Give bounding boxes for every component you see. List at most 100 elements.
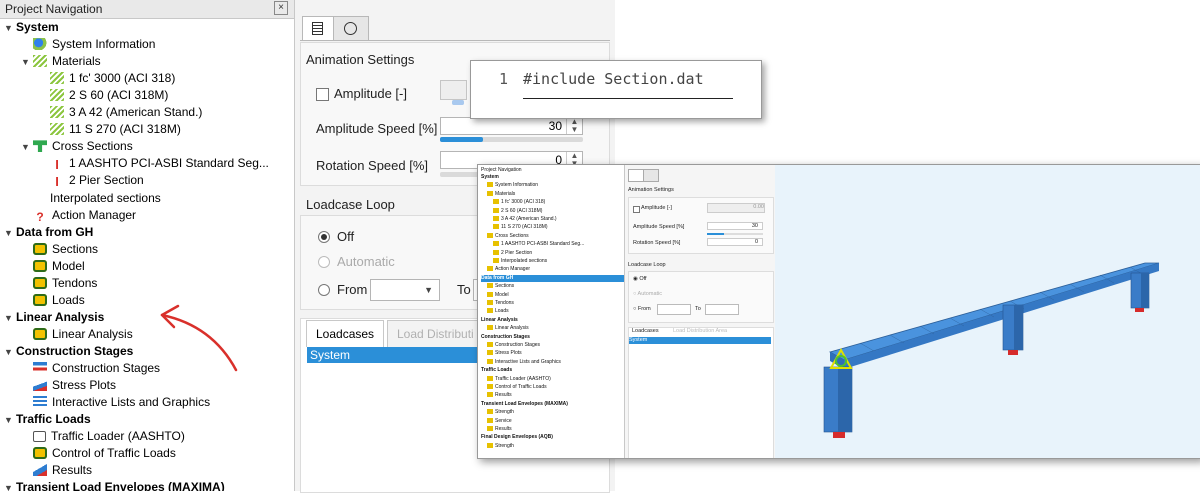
nav-item[interactable]: Stress Plots xyxy=(21,377,116,394)
nav-item[interactable]: 2 S 60 (ACI 318M) xyxy=(38,87,168,104)
preview-from-select[interactable] xyxy=(657,304,691,315)
preview-nav-item[interactable]: Transient Load Envelopes (MAXIMA) xyxy=(481,401,568,408)
chevron-down-icon[interactable]: ▼ xyxy=(4,310,16,327)
nav-item[interactable]: ? Action Manager xyxy=(21,207,136,224)
nav-item[interactable]: ▼ Cross Sections xyxy=(21,138,133,155)
preview-nav-item[interactable]: 2 Pier Section xyxy=(493,249,532,257)
preview-nav-item[interactable]: Stress Plots xyxy=(487,350,522,357)
amplitude-field[interactable] xyxy=(440,80,467,100)
preview-nav-item[interactable]: Traffic Loader (AASHTO) xyxy=(487,375,551,383)
preview-nav-item[interactable]: Results xyxy=(487,426,512,433)
preview-tab-load-distribution[interactable]: Load Distribution Area xyxy=(673,328,727,334)
nav-item[interactable]: Loads xyxy=(21,292,85,309)
nav-item[interactable]: ▼ Data from GH xyxy=(4,224,93,241)
preview-radio-off[interactable]: ◉ Off xyxy=(633,276,647,282)
3d-view[interactable] xyxy=(775,165,1200,458)
tab-settings[interactable] xyxy=(302,16,334,41)
radio-automatic[interactable] xyxy=(318,256,330,268)
chevron-down-icon[interactable]: ▼ xyxy=(4,20,16,37)
preview-nav-item[interactable]: Construction Stages xyxy=(481,334,530,341)
nav-item[interactable]: Interactive Lists and Graphics xyxy=(21,394,210,411)
chevron-down-icon[interactable]: ▼ xyxy=(4,225,16,242)
nav-item[interactable]: Traffic Loader (AASHTO) xyxy=(21,428,185,445)
nav-item[interactable]: ▼ Transient Load Envelopes (MAXIMA) xyxy=(4,479,225,491)
preview-loadcase-row-system[interactable]: System xyxy=(629,337,771,344)
nav-item[interactable]: I 2 Pier Section xyxy=(38,172,144,189)
preview-rotation-speed-value[interactable]: 0 xyxy=(707,238,763,246)
chevron-down-icon[interactable]: ▼ xyxy=(4,412,16,429)
tab-load-distribution[interactable]: Load Distributi xyxy=(387,320,484,347)
preview-nav-item[interactable]: Construction Stages xyxy=(487,342,540,349)
preview-nav-item[interactable]: 3 A 42 (American Stand.) xyxy=(493,216,557,223)
preview-nav-item[interactable]: 1 AASHTO PCI-ASBI Standard Seg... xyxy=(493,241,584,248)
nav-item[interactable]: Model xyxy=(21,258,85,275)
chevron-down-icon[interactable]: ▼ xyxy=(21,54,33,71)
preview-nav-item[interactable]: Action Manager xyxy=(487,266,530,273)
nav-item[interactable]: Control of Traffic Loads xyxy=(21,445,176,462)
radio-off[interactable] xyxy=(318,231,330,243)
preview-radio-automatic[interactable]: ○ Automatic xyxy=(633,291,662,297)
preview-nav-item[interactable]: Cross Sections xyxy=(487,232,529,240)
preview-nav-item[interactable]: Results xyxy=(487,392,512,399)
nav-item[interactable]: System Information xyxy=(21,36,155,53)
nav-item[interactable]: Interpolated sections xyxy=(38,190,161,207)
nav-item[interactable]: Linear Analysis xyxy=(21,326,133,343)
close-panel-icon[interactable]: × xyxy=(274,1,288,15)
preview-nav-item[interactable]: System xyxy=(481,174,499,181)
preview-nav-item[interactable]: Materials xyxy=(487,190,515,198)
preview-to-select[interactable] xyxy=(705,304,739,315)
preview-nav-item[interactable]: Model xyxy=(487,291,509,299)
nav-item[interactable]: ▼ Materials xyxy=(21,53,101,70)
preview-nav-item[interactable]: 1 fc' 3000 (ACI 318) xyxy=(493,199,545,206)
nav-item[interactable]: Construction Stages xyxy=(21,360,160,377)
amplitude-checkbox[interactable] xyxy=(316,88,329,101)
nav-item[interactable]: 1 fc' 3000 (ACI 318) xyxy=(38,70,175,87)
nav-item[interactable]: I 1 AASHTO PCI-ASBI Standard Seg... xyxy=(38,155,269,172)
preview-nav-item[interactable]: Strength xyxy=(487,409,514,416)
nav-item[interactable]: ▼ Linear Analysis xyxy=(4,309,104,326)
preview-nav-item[interactable]: Linear Analysis xyxy=(481,317,518,324)
nav-item[interactable]: 11 S 270 (ACI 318M) xyxy=(38,121,181,138)
nav-item[interactable]: Tendons xyxy=(21,275,97,292)
tab-loadcases[interactable]: Loadcases xyxy=(306,320,385,347)
preview-radio-from[interactable]: ○ From xyxy=(633,306,651,312)
nav-item[interactable]: ▼ Traffic Loads xyxy=(4,411,91,428)
preview-nav-item[interactable]: Data from GH xyxy=(481,274,624,282)
nav-item[interactable]: Results xyxy=(21,462,92,479)
chevron-down-icon[interactable]: ▼ xyxy=(4,480,16,491)
preview-nav-item[interactable]: 11 S 270 (ACI 318M) xyxy=(493,224,548,231)
preview-nav-item[interactable]: Final Design Envelopes (AQB) xyxy=(481,434,553,441)
tab-view[interactable] xyxy=(333,16,369,41)
radio-from[interactable] xyxy=(318,284,330,296)
amplitude-slider[interactable] xyxy=(452,100,464,105)
amplitude-speed-slider[interactable] xyxy=(440,137,583,142)
preview-nav-item[interactable]: System Information xyxy=(487,182,538,189)
preview-nav-item[interactable]: Service xyxy=(487,417,512,425)
preview-amplitude-value[interactable]: 0.00 xyxy=(707,203,765,213)
preview-nav-item[interactable]: Linear Analysis xyxy=(487,325,529,332)
preview-nav-item[interactable]: Strength xyxy=(487,442,514,450)
preview-nav-item[interactable]: Traffic Loads xyxy=(481,367,512,374)
amplitude-speed-input[interactable]: 30 ▲ ▼ xyxy=(440,117,583,135)
preview-nav-item[interactable]: 2 S 60 (ACI 318M) xyxy=(493,207,542,215)
preview-nav-item[interactable]: Interactive Lists and Graphics xyxy=(487,358,561,366)
preview-nav-item[interactable]: Control of Traffic Loads xyxy=(487,384,547,391)
preview-amplitude-speed-slider[interactable] xyxy=(707,233,763,235)
preview-tab-settings[interactable] xyxy=(628,169,644,182)
preview-amplitude-speed-value[interactable]: 30 xyxy=(707,222,763,230)
nav-item[interactable]: ▼ System xyxy=(4,19,59,36)
spin-arrows-icon[interactable]: ▲▼ xyxy=(566,118,582,134)
preview-nav-item[interactable]: Sections xyxy=(487,283,514,290)
nav-item[interactable]: ▼ Construction Stages xyxy=(4,343,133,360)
chevron-down-icon[interactable]: ▼ xyxy=(21,139,33,156)
preview-tab-view[interactable] xyxy=(643,169,659,182)
nav-item[interactable]: Sections xyxy=(21,241,98,258)
from-select[interactable]: ▼ xyxy=(370,279,440,301)
preview-nav-item[interactable]: Tendons xyxy=(487,300,514,307)
preview-tab-loadcases[interactable]: Loadcases xyxy=(632,328,659,334)
chevron-down-icon[interactable]: ▼ xyxy=(4,344,16,361)
nav-item[interactable]: 3 A 42 (American Stand.) xyxy=(38,104,202,121)
preview-nav-item[interactable]: Interpolated sections xyxy=(493,258,547,265)
preview-nav-item[interactable]: Loads xyxy=(487,308,509,315)
preview-amplitude-checkbox[interactable] xyxy=(633,206,640,213)
